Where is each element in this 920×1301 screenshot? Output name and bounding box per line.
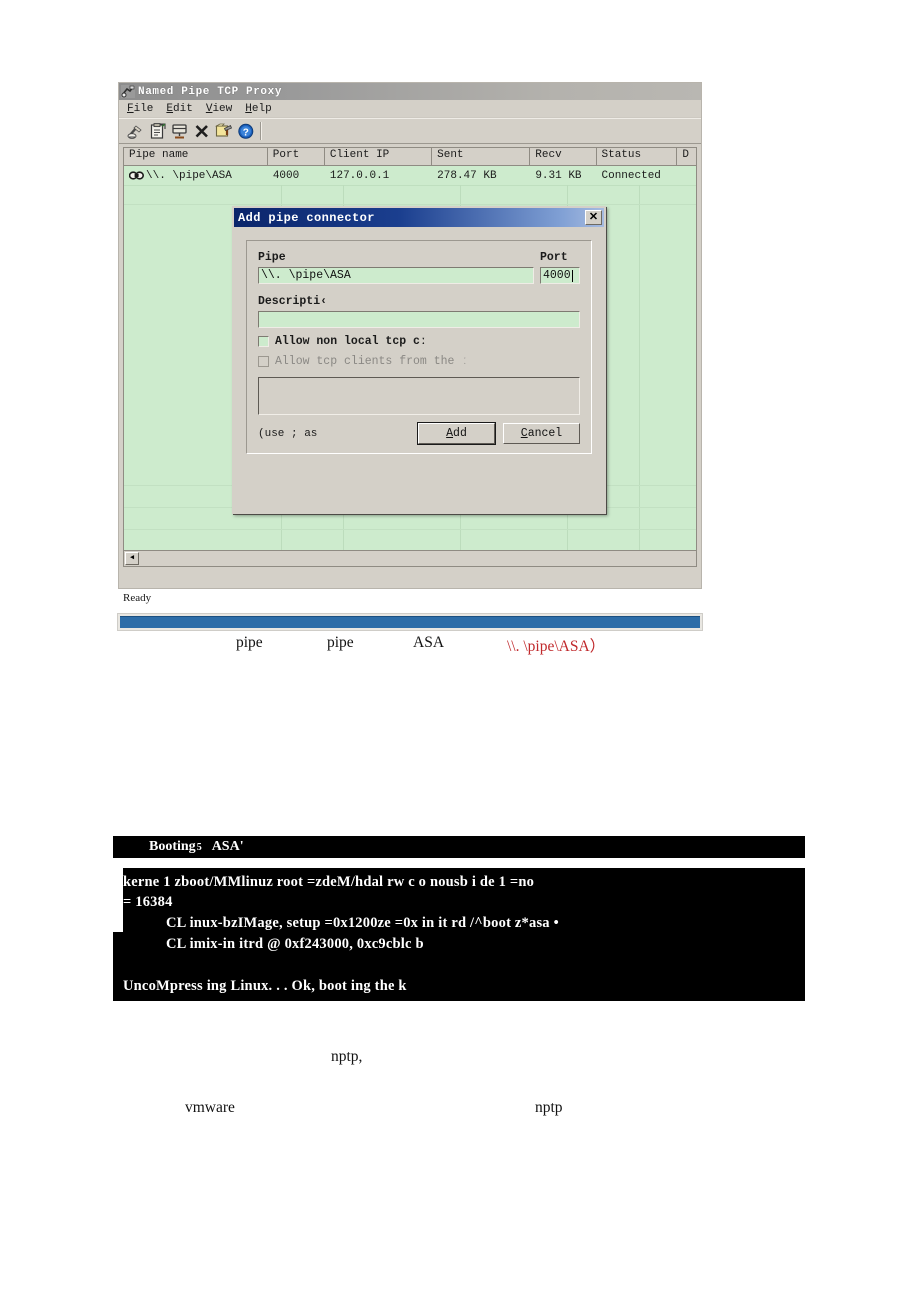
settings-hammer-icon[interactable] [213, 120, 235, 142]
dialog-body: Pipe \\. \pipe\ASA Port 4000 Descripti‹ [234, 227, 604, 467]
checkbox-allow-from-row: Allow tcp clients from the ː [258, 355, 580, 368]
checkbox-allow-from [258, 356, 269, 367]
body-text-nptp-2: nptp [535, 1099, 563, 1116]
progress-bar-fill [120, 616, 700, 628]
terminal-line-5: UncoMpress ing Linux. . . Ok, boot ing t… [123, 978, 407, 994]
dialog-groupbox: Pipe \\. \pipe\ASA Port 4000 Descripti‹ [246, 240, 592, 454]
checkbox-allow-from-label: Allow tcp clients from the ː [275, 355, 469, 368]
add-button[interactable]: Add [418, 423, 495, 444]
body-text-nptp-1: nptp, [331, 1048, 363, 1065]
terminal-banner: Booting 5 ASA' [113, 836, 805, 858]
body-text-vmware: vmware [185, 1099, 235, 1116]
terminal-bottom-edge [113, 1001, 805, 1004]
pipe-input-value: \\. \pipe\ASA [261, 269, 351, 282]
port-label: Port [540, 251, 568, 264]
close-icon[interactable]: ✕ [585, 210, 602, 225]
terminal-line-1: kerne 1 zboot/MMlinuz root =zdeM/hdal rw… [123, 874, 535, 890]
port-input[interactable]: 4000 [540, 267, 580, 284]
menu-edit[interactable]: Edit [166, 103, 192, 115]
status-bar: Ready [119, 592, 701, 608]
status-text: Ready [123, 592, 152, 604]
scroll-left-arrow-icon[interactable]: ◀ [125, 552, 139, 565]
terminal-left-notch [113, 868, 123, 932]
dialog-title: Add pipe connector [238, 210, 375, 225]
caption-pipe-1: pipe [236, 634, 263, 651]
menu-file[interactable]: File [127, 103, 153, 115]
cell-pipe-name-text: \\. \pipe\ASA [146, 169, 232, 182]
cell-port: 4000 [272, 169, 300, 182]
app-title: Named Pipe TCP Proxy [138, 85, 283, 98]
description-input[interactable] [258, 311, 580, 328]
port-input-value: 4000 [543, 269, 571, 282]
terminal-banner-tail: ASA' [211, 839, 244, 854]
terminal-line-3: CL inux-bzIMage, setup =0x1200ze =0x in … [166, 915, 559, 931]
terminal-banner-sub: 5 [196, 841, 202, 853]
column-header-pipe-name[interactable]: Pipe name [124, 148, 268, 165]
terminal-banner-text: Booting [149, 839, 196, 854]
add-pipe-connector-dialog: Add pipe connector ✕ Pipe \\. \pipe\ASA … [232, 206, 606, 514]
table-row[interactable]: \\. \pipe\ASA 4000 127.0.0.1 278.47 KB 9… [124, 166, 696, 186]
toolbar-separator [260, 122, 262, 140]
pipe-port-row: Pipe \\. \pipe\ASA Port 4000 [258, 251, 580, 284]
caption-asa: ASA [413, 634, 445, 651]
svg-text:?: ? [243, 127, 249, 138]
pipe-proxy-icon [121, 85, 135, 98]
caption-row: pipe pipe ASA \\. \pipe\ASA） [118, 634, 808, 658]
delete-icon[interactable] [191, 120, 213, 142]
description-label: Descripti‹ [258, 295, 328, 308]
scrollbar-track[interactable] [139, 551, 696, 566]
list-header: Pipe name Port Client IP Sent Recv Statu… [124, 148, 696, 166]
column-header-description[interactable]: D [677, 148, 696, 165]
disconnect-icon[interactable] [169, 120, 191, 142]
column-header-recv[interactable]: Recv [530, 148, 597, 165]
hint-text: (use ; as [258, 427, 318, 440]
properties-icon[interactable] [147, 120, 169, 142]
text-caret [571, 269, 573, 282]
menu-help[interactable]: Help [245, 103, 271, 115]
dialog-titlebar[interactable]: Add pipe connector ✕ [234, 208, 604, 227]
menubar: File Edit View Help [119, 100, 701, 118]
column-header-status[interactable]: Status [596, 148, 678, 165]
terminal-output: kerne 1 zboot/MMlinuz root =zdeM/hdal rw… [113, 868, 805, 1004]
cell-recv: 9.31 KB [535, 169, 582, 182]
help-icon[interactable]: ? [235, 120, 257, 142]
caption-pipe-path: \\. \pipe\ASA） [507, 638, 606, 655]
cell-sent: 278.47 KB [437, 169, 497, 182]
progress-bar [117, 613, 703, 631]
checkbox-allow-non-local-label: Allow non local tcp cː [275, 335, 427, 348]
cell-status: Connected [601, 169, 661, 182]
pipe-label: Pipe [258, 251, 286, 264]
cell-pipe-name: \\. \pipe\ASA [124, 170, 268, 182]
horizontal-scrollbar[interactable]: ◀ [124, 550, 696, 566]
terminal-line-4: CL imix-in itrd @ 0xf243000, 0xc9cblc b [166, 936, 424, 952]
toolbar: ? [119, 118, 701, 144]
pipe-input[interactable]: \\. \pipe\ASA [258, 267, 534, 284]
menu-view[interactable]: View [206, 103, 232, 115]
allowlist-input[interactable] [258, 377, 580, 415]
dialog-footer: (use ; as Add Cancel [258, 423, 580, 444]
terminal-line-2: = 16384 [123, 894, 173, 910]
cell-client-ip: 127.0.0.1 [329, 169, 390, 182]
column-header-client-ip[interactable]: Client IP [324, 148, 433, 165]
titlebar[interactable]: Named Pipe TCP Proxy [119, 83, 701, 100]
connect-pipe-icon[interactable] [125, 120, 147, 142]
column-header-sent[interactable]: Sent [432, 148, 531, 165]
checkbox-allow-non-local[interactable] [258, 336, 269, 347]
caption-pipe-2: pipe [327, 634, 354, 651]
checkbox-allow-non-local-row[interactable]: Allow non local tcp cː [258, 335, 580, 348]
cancel-button[interactable]: Cancel [503, 423, 580, 444]
pipe-link-icon [128, 170, 145, 181]
column-header-port[interactable]: Port [267, 148, 325, 165]
